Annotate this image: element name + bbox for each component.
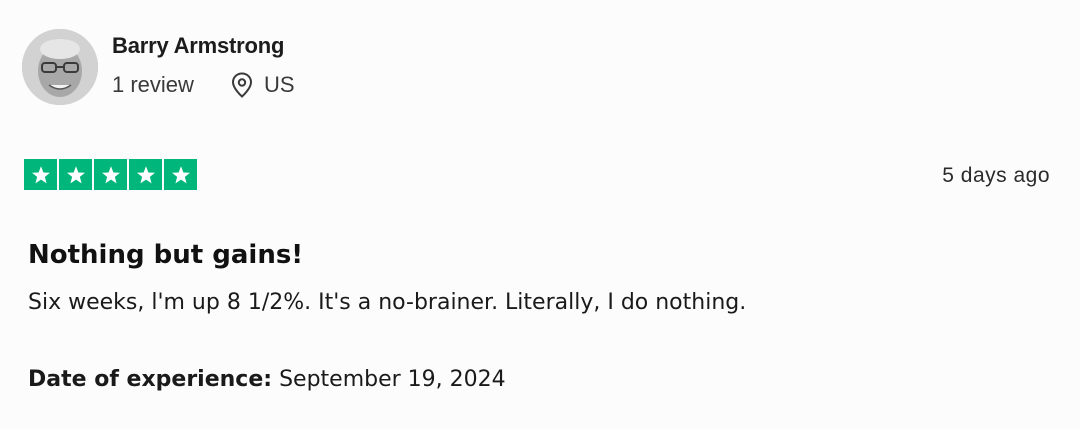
reviewer-name[interactable]: Barry Armstrong	[112, 33, 284, 59]
star-icon	[59, 159, 92, 190]
star-icon	[94, 159, 127, 190]
star-icon	[24, 159, 57, 190]
review-card: Barry Armstrong 1 review US 5 days ago N…	[0, 0, 1080, 429]
location-pin-icon	[231, 72, 253, 98]
date-of-experience: Date of experience: September 19, 2024	[28, 367, 506, 392]
reviewer-location: US	[264, 72, 295, 97]
star-icon	[164, 159, 197, 190]
review-date: 5 days ago	[942, 164, 1050, 187]
review-title[interactable]: Nothing but gains!	[28, 240, 303, 270]
avatar-image	[22, 29, 98, 105]
star-rating	[24, 159, 197, 190]
experience-date: September 19, 2024	[279, 367, 506, 392]
review-text: Six weeks, l'm up 8 1/2%. It's a no-brai…	[28, 290, 747, 315]
star-icon	[129, 159, 162, 190]
review-count: 1 review	[112, 72, 194, 97]
avatar[interactable]	[22, 29, 98, 105]
experience-label: Date of experience:	[28, 367, 273, 392]
